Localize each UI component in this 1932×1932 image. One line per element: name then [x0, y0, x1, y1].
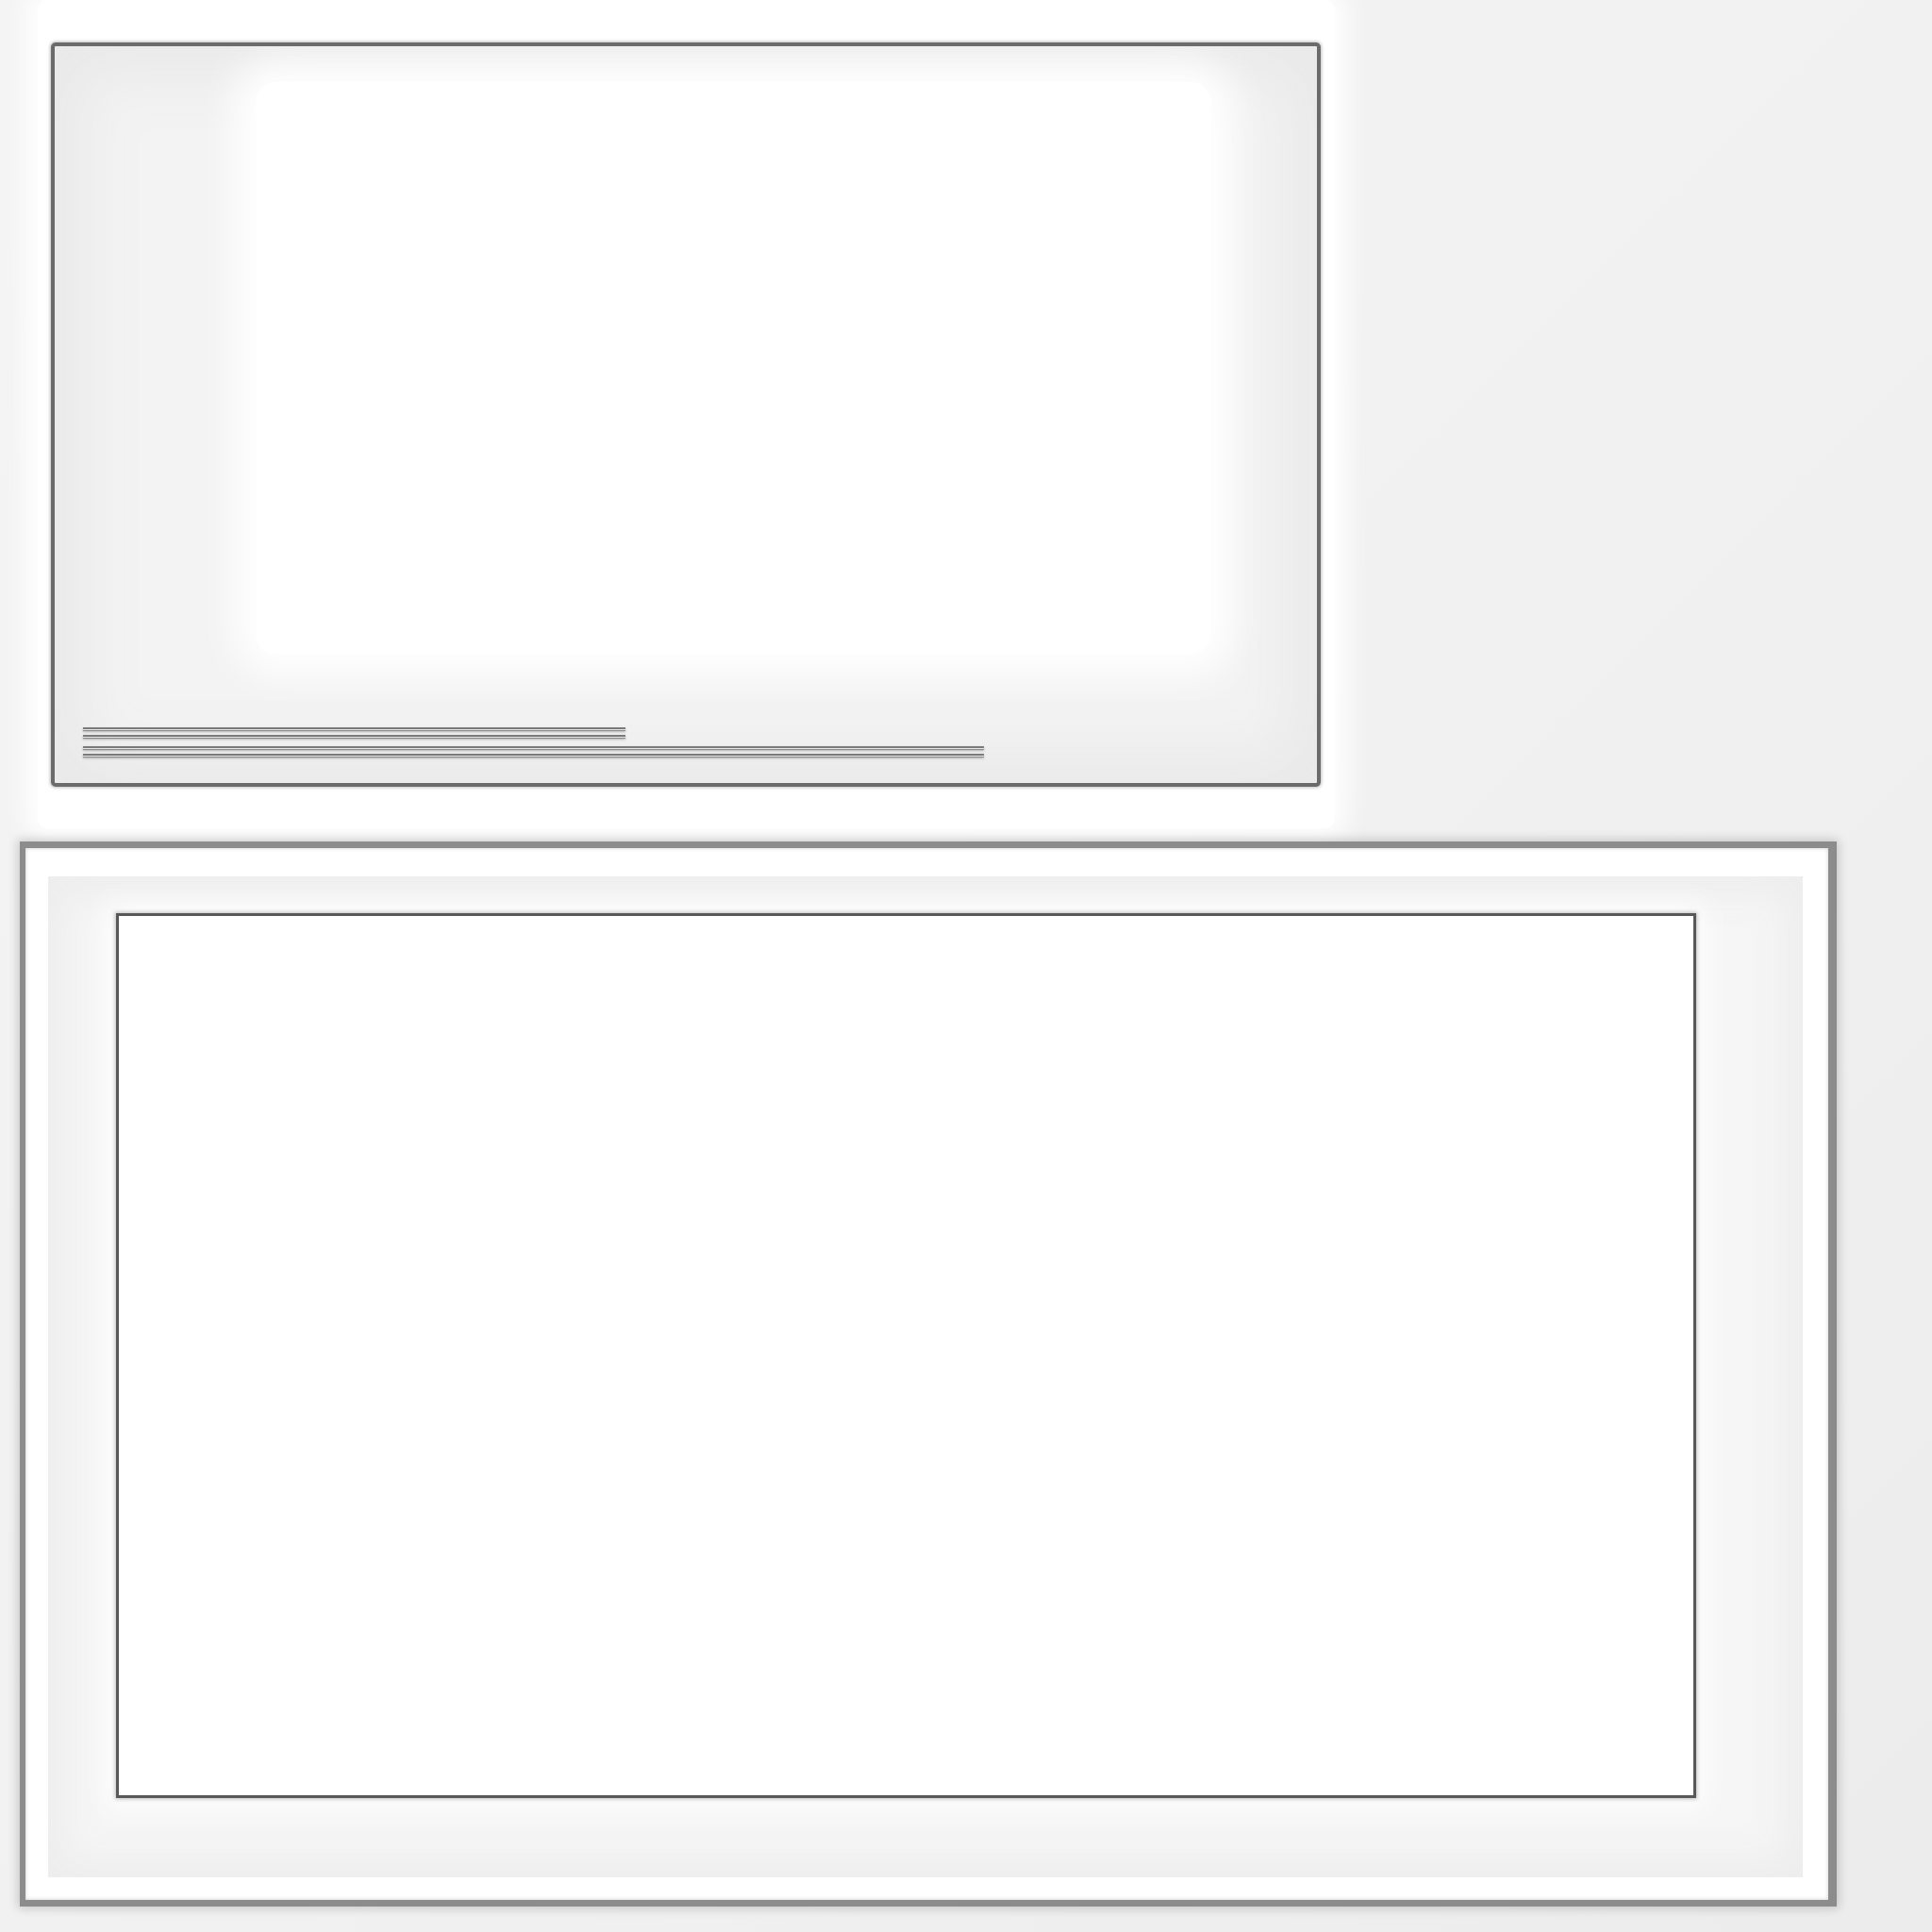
bottom-panel-content-area	[116, 913, 1696, 1798]
progress-track-secondary	[83, 746, 984, 750]
progress-track-secondary-shadow	[83, 754, 984, 758]
progress-track-primary-shadow	[83, 735, 625, 739]
top-panel	[51, 42, 1321, 787]
top-panel-content-area	[256, 82, 1211, 654]
progress-track-primary	[83, 727, 625, 731]
bottom-panel-frame	[20, 841, 1837, 1907]
